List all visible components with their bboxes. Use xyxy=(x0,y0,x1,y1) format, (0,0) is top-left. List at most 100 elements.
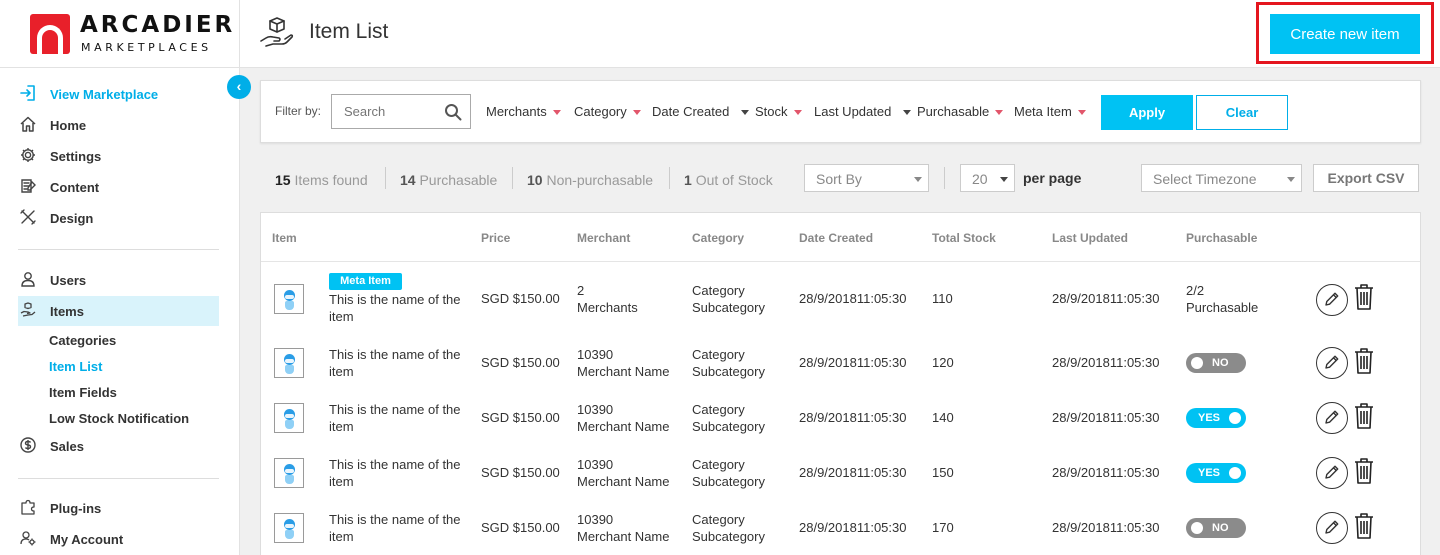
sidebar-item-my-account[interactable]: My Account xyxy=(18,524,219,554)
filter-last-updated-dropdown[interactable]: Last Updated xyxy=(814,104,912,119)
logo-mark-icon xyxy=(30,14,70,54)
purchasable-toggle[interactable]: YES xyxy=(1186,463,1246,483)
item-merchant: 10390 Merchant Name xyxy=(577,402,670,434)
table-row[interactable]: Meta Item This is the name of the item SG… xyxy=(261,268,1420,325)
item-date-created: 28/9/201811:05:30 xyxy=(799,520,907,535)
item-last-updated: 28/9/201811:05:30 xyxy=(1052,355,1160,370)
item-total-stock: 110 xyxy=(932,291,953,306)
item-thumbnail[interactable] xyxy=(274,403,304,433)
logo[interactable]: ARCADIER MARKETPLACES xyxy=(0,0,240,68)
top-bar: ARCADIER MARKETPLACES Item List Create n… xyxy=(0,0,1440,68)
edit-button[interactable] xyxy=(1316,457,1348,489)
item-name[interactable]: This is the name of the item xyxy=(329,511,461,545)
sidebar-item-label: Content xyxy=(50,180,100,195)
delete-button[interactable] xyxy=(1353,402,1375,430)
delete-button[interactable] xyxy=(1353,347,1375,375)
edit-button[interactable] xyxy=(1316,402,1348,434)
sidebar-item-label: Items xyxy=(50,304,84,319)
create-new-item-button[interactable]: Create new item xyxy=(1270,14,1420,54)
sidebar-item-items[interactable]: Items xyxy=(18,296,219,326)
per-page-value: 20 xyxy=(972,171,988,187)
item-name[interactable]: This is the name of the item xyxy=(329,401,461,435)
item-name[interactable]: This is the name of the item xyxy=(329,456,461,490)
item-last-updated: 28/9/201811:05:30 xyxy=(1052,465,1160,480)
sidebar-item-sales[interactable]: Sales xyxy=(18,431,219,461)
item-box-hand-icon xyxy=(260,17,294,47)
enter-icon xyxy=(20,85,35,101)
page-title: Item List xyxy=(309,20,389,43)
collapse-sidebar-button[interactable]: ‹ xyxy=(227,75,251,99)
purchasable-toggle[interactable]: NO xyxy=(1186,353,1246,373)
table-row[interactable]: This is the name of the item SGD $150.00 … xyxy=(261,388,1420,443)
edit-button[interactable] xyxy=(1316,512,1348,544)
timezone-select[interactable]: Select Timezone xyxy=(1141,164,1302,192)
logo-name: ARCADIER xyxy=(80,12,236,38)
edit-button[interactable] xyxy=(1316,284,1348,316)
sidebar-subitem-categories[interactable]: Categories xyxy=(49,333,116,348)
delete-button[interactable] xyxy=(1353,457,1375,485)
delete-button[interactable] xyxy=(1353,283,1375,311)
table-row[interactable]: This is the name of the item SGD $150.00 … xyxy=(261,443,1420,498)
column-header-category: Category xyxy=(692,231,745,245)
stat-divider xyxy=(512,167,513,189)
search-input[interactable] xyxy=(332,95,440,128)
toggle-knob xyxy=(1191,522,1203,534)
sidebar-item-users[interactable]: Users xyxy=(18,265,219,295)
item-name[interactable]: This is the name of the item xyxy=(329,291,461,325)
pencil-icon xyxy=(1325,292,1339,306)
toggle-knob xyxy=(1229,412,1241,424)
filter-dropdown-label: Stock xyxy=(755,104,788,119)
per-page-select[interactable]: 20 xyxy=(960,164,1015,192)
table-row[interactable]: This is the name of the item SGD $150.00 … xyxy=(261,498,1420,553)
sidebar-subitem-low-stock-notification[interactable]: Low Stock Notification xyxy=(49,411,189,426)
filter-dropdown-label: Date Created xyxy=(652,104,730,119)
caret-down-icon xyxy=(903,110,912,116)
purchasable-toggle[interactable]: NO xyxy=(1186,518,1246,538)
item-total-stock: 170 xyxy=(932,520,954,535)
item-thumbnail[interactable] xyxy=(274,458,304,488)
purchasable-toggle[interactable]: YES xyxy=(1186,408,1246,428)
item-merchant: 10390 Merchant Name xyxy=(577,457,670,489)
sidebar-item-design[interactable]: Design xyxy=(18,203,219,233)
caret-down-icon xyxy=(632,110,641,116)
filter-date-created-dropdown[interactable]: Date Created xyxy=(652,104,750,119)
sidebar: View Marketplace Home Settings Content D… xyxy=(0,68,240,555)
table-row[interactable]: This is the name of the item SGD $150.00 … xyxy=(261,333,1420,388)
sidebar-subitem-item-fields[interactable]: Item Fields xyxy=(49,385,117,400)
search-icon[interactable] xyxy=(444,103,462,121)
user-icon xyxy=(21,272,35,287)
filter-category-dropdown[interactable]: Category xyxy=(574,104,641,119)
filter-dropdown-label: Meta Item xyxy=(1014,104,1072,119)
clear-button[interactable]: Clear xyxy=(1196,95,1288,130)
per-page-label: per page xyxy=(1023,170,1082,186)
sidebar-item-settings[interactable]: Settings xyxy=(18,141,219,171)
sidebar-subitem-item-list[interactable]: Item List xyxy=(49,359,102,374)
item-thumbnail[interactable] xyxy=(274,513,304,543)
filter-stock-dropdown[interactable]: Stock xyxy=(755,104,802,119)
export-csv-button[interactable]: Export CSV xyxy=(1313,164,1419,192)
delete-button[interactable] xyxy=(1353,512,1375,540)
caret-down-icon xyxy=(552,110,561,116)
sidebar-item-plug-ins[interactable]: Plug-ins xyxy=(18,493,219,523)
filter-label: Filter by: xyxy=(275,104,322,118)
meta-item-badge: Meta Item xyxy=(329,273,402,290)
item-price: SGD $150.00 xyxy=(481,410,560,425)
edit-button[interactable] xyxy=(1316,347,1348,379)
sidebar-item-home[interactable]: Home xyxy=(18,110,219,140)
trash-icon xyxy=(1355,458,1373,484)
apply-button[interactable]: Apply xyxy=(1101,95,1193,130)
item-thumbnail[interactable] xyxy=(274,284,304,314)
item-thumbnail[interactable] xyxy=(274,348,304,378)
sidebar-item-view-marketplace[interactable]: View Marketplace xyxy=(18,79,219,109)
sort-by-select[interactable]: Sort By xyxy=(804,164,929,192)
filter-merchants-dropdown[interactable]: Merchants xyxy=(486,104,561,119)
item-price: SGD $150.00 xyxy=(481,465,560,480)
filter-purchasable-dropdown[interactable]: Purchasable xyxy=(917,104,1004,119)
item-name[interactable]: This is the name of the item xyxy=(329,346,461,380)
sort-by-value: Sort By xyxy=(816,171,862,187)
sidebar-item-content[interactable]: Content xyxy=(18,172,219,202)
caret-down-icon xyxy=(1287,177,1295,182)
account-icon xyxy=(20,531,36,546)
filter-meta-item-dropdown[interactable]: Meta Item xyxy=(1014,104,1086,119)
search-field xyxy=(331,94,471,129)
